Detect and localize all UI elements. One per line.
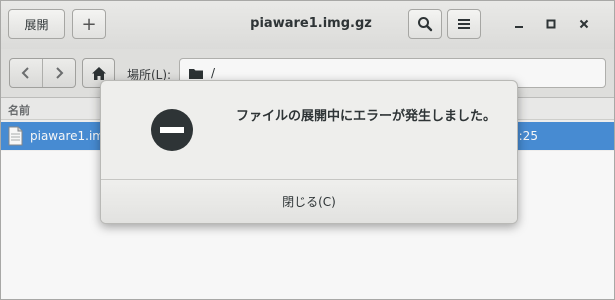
maximize-button[interactable] [542, 15, 560, 33]
add-files-button[interactable]: + [72, 9, 106, 39]
menu-button[interactable] [447, 9, 481, 39]
minimize-icon [515, 26, 523, 28]
maximize-icon [546, 19, 556, 29]
search-icon [418, 17, 433, 32]
dialog-close-button[interactable]: 閉じる(C) [101, 180, 517, 223]
error-dialog: ファイルの展開中にエラーが発生しました。 閉じる(C) [100, 80, 518, 224]
window-title: piaware1.img.gz [250, 16, 372, 31]
extract-button-label: 展開 [24, 17, 49, 32]
dialog-message: ファイルの展開中にエラーが発生しました。 [236, 109, 497, 124]
header-bar: 展開 + piaware1.img.gz [1, 1, 614, 50]
minimize-button[interactable] [510, 15, 528, 33]
hamburger-menu-icon [458, 19, 470, 29]
archive-manager-window: 展開 + piaware1.img.gz 場所(L): / 名前 piaware… [0, 0, 615, 300]
close-window-button[interactable] [575, 15, 593, 33]
close-icon [579, 19, 589, 29]
search-button[interactable] [408, 9, 442, 39]
dialog-close-label: 閉じる(C) [282, 195, 336, 209]
add-icon: + [81, 13, 97, 35]
error-stop-icon [151, 109, 193, 151]
extract-button[interactable]: 展開 [8, 9, 65, 39]
